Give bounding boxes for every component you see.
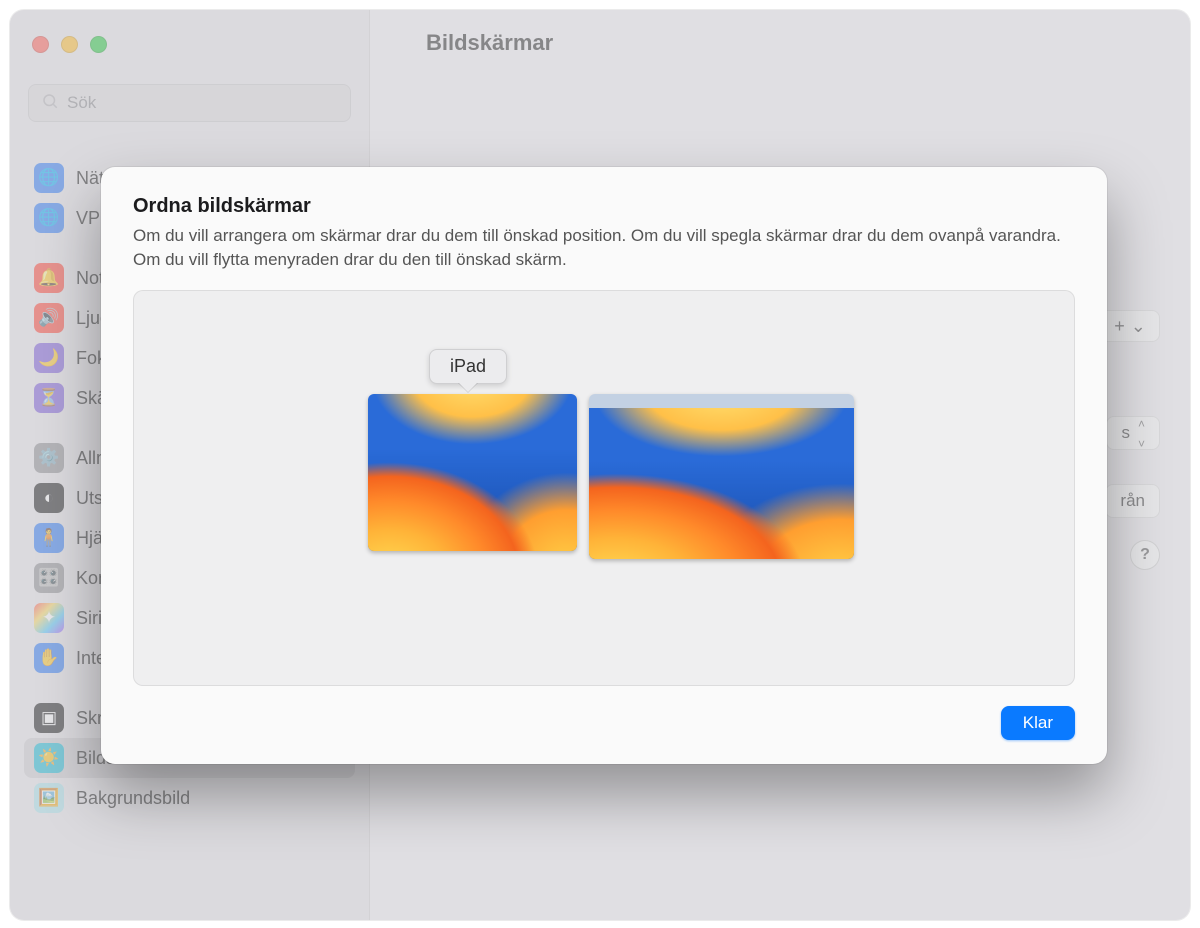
- menubar-indicator[interactable]: [589, 394, 854, 408]
- arrange-displays-sheet: Ordna bildskärmar Om du vill arrangera o…: [101, 167, 1107, 764]
- done-button[interactable]: Klar: [1001, 706, 1075, 740]
- wallpaper-preview: [589, 408, 854, 559]
- display-ipad[interactable]: [368, 394, 577, 551]
- wallpaper-preview: [368, 394, 577, 551]
- arrange-canvas[interactable]: iPad: [133, 290, 1075, 686]
- sheet-title: Ordna bildskärmar: [133, 195, 1075, 218]
- sheet-description: Om du vill arrangera om skärmar drar du …: [133, 224, 1075, 272]
- display-tooltip: iPad: [429, 349, 507, 384]
- display-main[interactable]: [589, 394, 854, 559]
- tooltip-label: iPad: [450, 356, 486, 376]
